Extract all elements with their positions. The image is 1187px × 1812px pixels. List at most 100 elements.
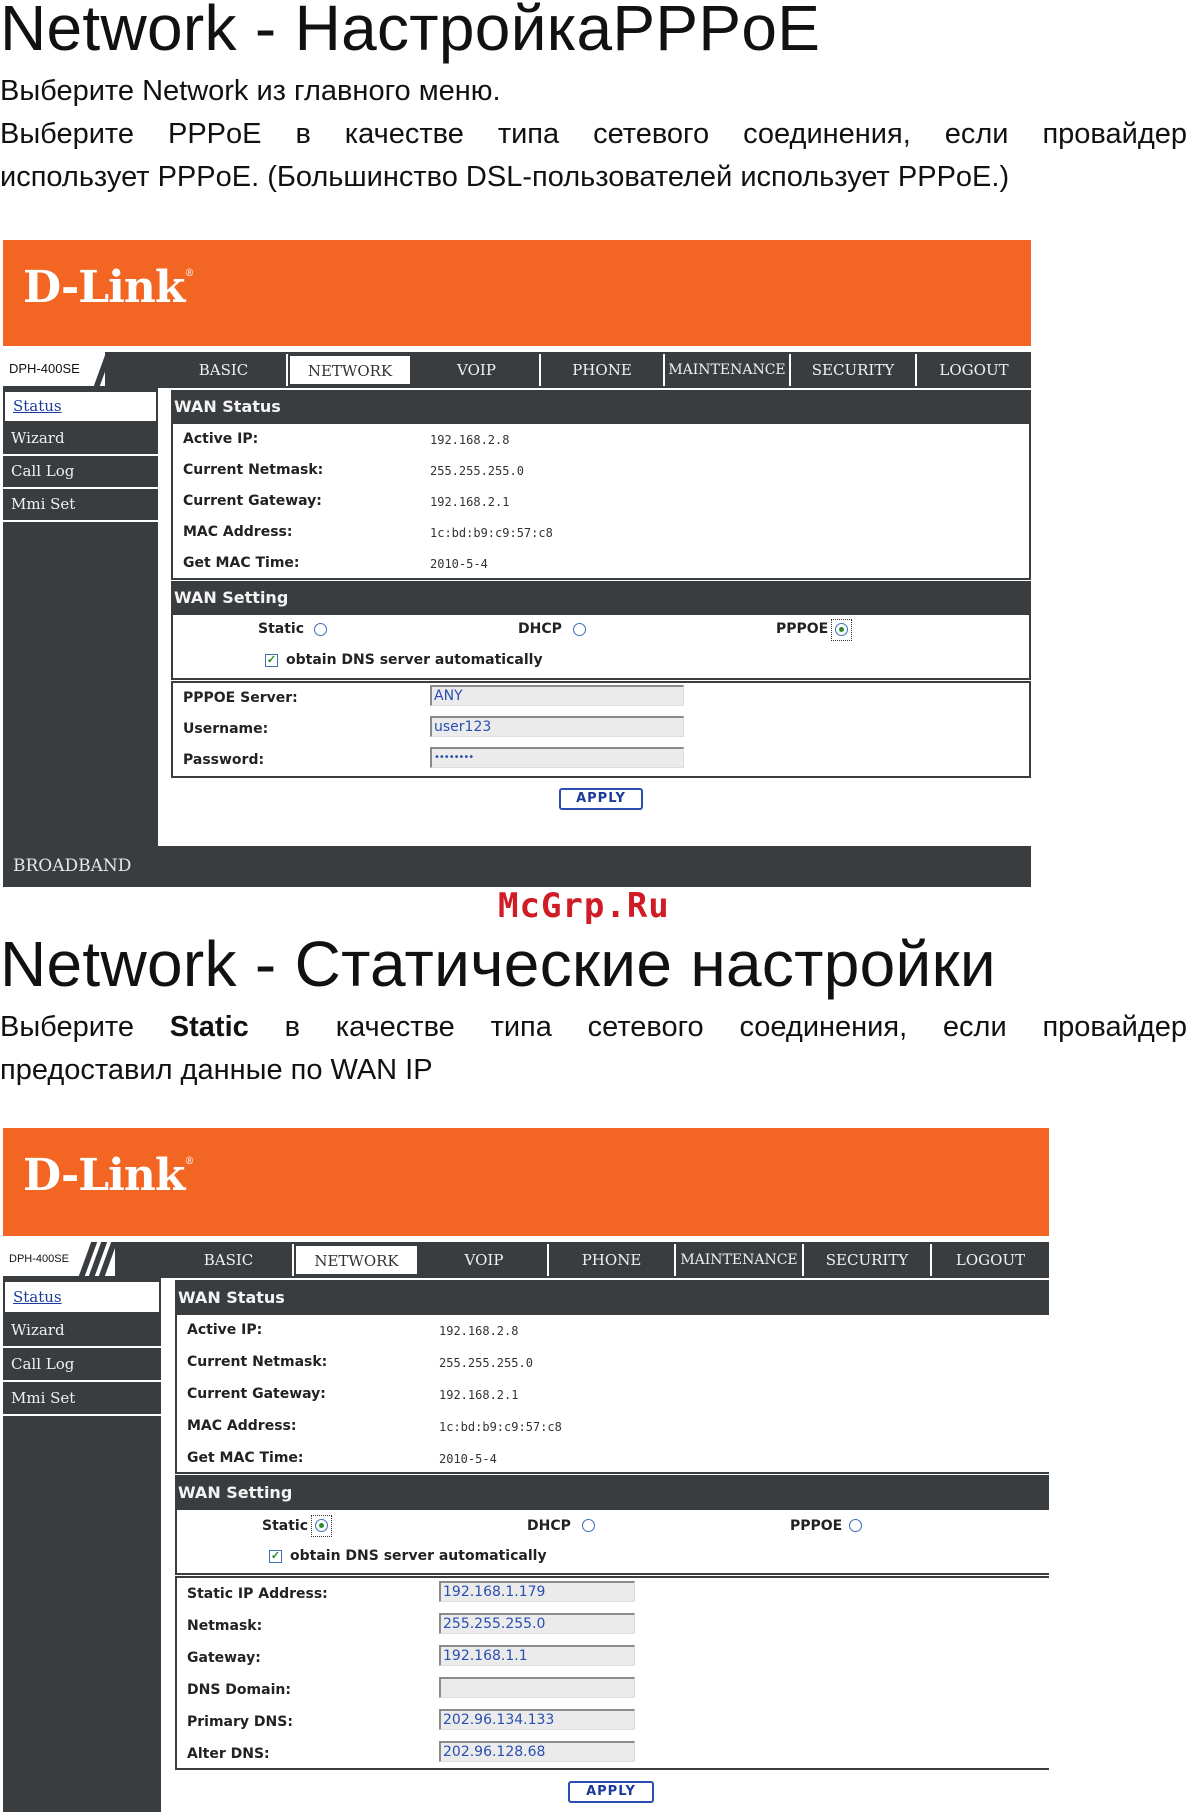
sidebar-item-mmi-set[interactable]: Mmi Set: [3, 1382, 161, 1416]
tab-phone[interactable]: PHONE: [549, 1244, 676, 1276]
password-input[interactable]: ••••••••: [430, 747, 684, 768]
section-1-line-2: Выберите PPPoE в качестве типа сетевого …: [0, 118, 1187, 150]
tab-voip[interactable]: VOIP: [414, 354, 541, 386]
text-bold-static: Static: [169, 1011, 249, 1043]
tab-phone[interactable]: PHONE: [541, 354, 665, 386]
alter-dns-input[interactable]: 202.96.128.68: [439, 1741, 635, 1762]
sidebar-item-wizard[interactable]: Wizard: [3, 423, 158, 456]
radio-static-label: Static: [262, 1518, 309, 1534]
netmask-input[interactable]: 255.255.255.0: [439, 1613, 635, 1634]
gateway-label: Gateway:: [187, 1650, 261, 1666]
model-label: DPH-400SE: [3, 1242, 75, 1276]
status-value: 1c:bd:b9:c9:57:c8: [430, 526, 553, 540]
tab-network[interactable]: NETWORK: [294, 1244, 419, 1276]
status-label: MAC Address:: [183, 524, 293, 540]
dns-checkbox-label: obtain DNS server automatically: [290, 1548, 547, 1564]
dns-checkbox-label: obtain DNS server automatically: [286, 652, 543, 668]
wan-status-box: Active IP: 192.168.2.8 Current Netmask: …: [175, 1315, 1049, 1474]
sidebar-item-status[interactable]: Status: [3, 1280, 161, 1314]
radio-dhcp[interactable]: [573, 623, 586, 636]
router-screenshot-static: D-Link® DPH-400SE BASIC NETWORK VOIP PHO…: [3, 1128, 1049, 1812]
password-label: Password:: [183, 752, 265, 768]
tab-security[interactable]: SECURITY: [791, 354, 917, 386]
apply-button[interactable]: APPLY: [568, 1781, 654, 1803]
radio-pppoe[interactable]: [835, 623, 848, 636]
wan-status-box: Active IP: 192.168.2.8 Current Netmask: …: [171, 424, 1031, 580]
top-nav-bar: DPH-400SE BASIC NETWORK VOIP PHONE MAINT…: [3, 1242, 1049, 1278]
tab-maintenance[interactable]: MAINTENANCE: [676, 1244, 804, 1276]
sidebar-item-call-log[interactable]: Call Log: [3, 456, 158, 489]
status-value: 2010-5-4: [439, 1452, 497, 1466]
dlink-banner: D-Link®: [3, 1128, 1049, 1236]
status-label: Current Gateway:: [187, 1386, 326, 1402]
tab-maintenance[interactable]: MAINTENANCE: [665, 354, 791, 386]
pppoe-server-label: PPPOE Server:: [183, 690, 298, 706]
text: Выберите: [0, 1011, 135, 1043]
connection-type-box: Static DHCP PPPOE ✓ obtain DNS server au…: [175, 1510, 1049, 1575]
watermark: McGrp.Ru: [498, 886, 670, 926]
sidebar: Status Wizard Call Log Mmi Set: [3, 388, 158, 846]
status-label: Get MAC Time:: [183, 555, 300, 571]
radio-static[interactable]: [315, 1519, 328, 1532]
dlink-logo: D-Link®: [23, 262, 194, 313]
status-label: MAC Address:: [187, 1418, 297, 1434]
tab-logout[interactable]: LOGOUT: [932, 1244, 1049, 1276]
radio-pppoe-label: PPPOE: [790, 1518, 843, 1534]
username-label: Username:: [183, 721, 269, 737]
radio-dhcp-label: DHCP: [527, 1518, 571, 1534]
sidebar-item-call-log[interactable]: Call Log: [3, 1348, 161, 1382]
tab-logout[interactable]: LOGOUT: [917, 354, 1031, 386]
radio-static-label: Static: [258, 621, 305, 637]
status-label: Current Netmask:: [187, 1354, 328, 1370]
alter-dns-label: Alter DNS:: [187, 1746, 270, 1762]
wan-status-header: WAN Status: [175, 1280, 1049, 1315]
status-value: 255.255.255.0: [430, 464, 524, 478]
section-2-line-1: Выберите Static в качестве типа сетевого…: [0, 1006, 1187, 1049]
section-1-heading: Network - НастройкаPPPoE: [0, 0, 821, 64]
top-nav-bar: DPH-400SE BASIC NETWORK VOIP PHONE MAINT…: [3, 352, 1031, 388]
static-ip-label: Static IP Address:: [187, 1586, 328, 1602]
status-label: Active IP:: [187, 1322, 263, 1338]
username-input[interactable]: user123: [430, 716, 684, 737]
radio-pppoe[interactable]: [849, 1519, 862, 1532]
primary-dns-input[interactable]: 202.96.134.133: [439, 1709, 635, 1730]
status-value: 192.168.2.8: [430, 433, 510, 447]
netmask-label: Netmask:: [187, 1618, 263, 1634]
section-1-line-1: Выберите Network из главного меню.: [0, 75, 501, 107]
model-label: DPH-400SE: [3, 352, 95, 386]
tab-basic[interactable]: BASIC: [161, 354, 288, 386]
dlink-logo: D-Link®: [23, 1150, 194, 1201]
dlink-banner: D-Link®: [3, 240, 1031, 346]
gateway-input[interactable]: 192.168.1.1: [439, 1645, 635, 1666]
footer-bar: BROADBAND: [3, 846, 1031, 887]
pppoe-server-input[interactable]: ANY: [430, 685, 684, 706]
tab-basic[interactable]: BASIC: [165, 1244, 294, 1276]
radio-dhcp[interactable]: [582, 1519, 595, 1532]
tab-network[interactable]: NETWORK: [288, 354, 412, 386]
radio-dhcp-label: DHCP: [518, 621, 562, 637]
dns-checkbox[interactable]: ✓: [269, 1550, 282, 1563]
status-label: Current Netmask:: [183, 462, 324, 478]
text: в качестве типа сетевого соединения, есл…: [284, 1011, 1187, 1043]
status-value: 192.168.2.1: [439, 1388, 519, 1402]
static-ip-input[interactable]: 192.168.1.179: [439, 1581, 635, 1602]
wan-setting-header: WAN Setting: [171, 581, 1031, 615]
wan-status-header: WAN Status: [171, 390, 1031, 424]
status-label: Current Gateway:: [183, 493, 322, 509]
section-1-paragraph: Выберите Network из главного меню. Выбер…: [0, 70, 1187, 199]
static-fields-box: Static IP Address: 192.168.1.179 Netmask…: [175, 1576, 1049, 1770]
sidebar-item-mmi-set[interactable]: Mmi Set: [3, 489, 158, 522]
primary-dns-label: Primary DNS:: [187, 1714, 293, 1730]
section-2-line-2: предоставил данные по WAN IP: [0, 1054, 433, 1086]
status-label: Active IP:: [183, 431, 259, 447]
apply-button[interactable]: APPLY: [559, 788, 643, 810]
sidebar-item-wizard[interactable]: Wizard: [3, 1314, 161, 1348]
tab-security[interactable]: SECURITY: [804, 1244, 932, 1276]
dns-domain-input[interactable]: [439, 1677, 635, 1698]
dns-checkbox[interactable]: ✓: [265, 654, 278, 667]
radio-static[interactable]: [314, 623, 327, 636]
tab-voip[interactable]: VOIP: [421, 1244, 549, 1276]
section-1-line-3: использует PPPoE. (Большинство DSL-польз…: [0, 161, 1010, 193]
status-value: 1c:bd:b9:c9:57:c8: [439, 1420, 562, 1434]
sidebar-item-status[interactable]: Status: [3, 390, 158, 423]
